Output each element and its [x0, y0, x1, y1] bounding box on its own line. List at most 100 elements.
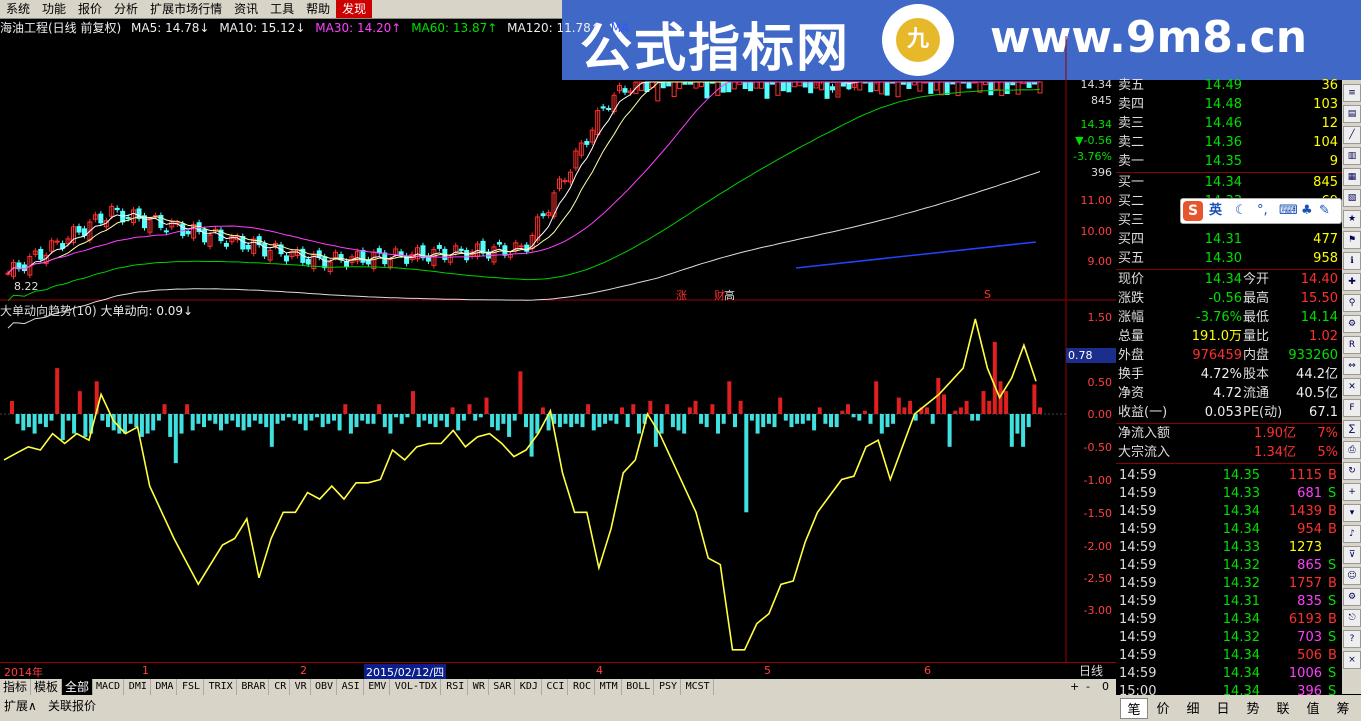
stat-value: 933260 [1288, 348, 1338, 363]
quote-tab[interactable]: 日 [1210, 698, 1236, 717]
ask-row-5[interactable]: 卖一 14.35 9 [1116, 152, 1342, 171]
skin-icon[interactable]: ♣ [1301, 199, 1313, 223]
indicator-tab[interactable]: MTM [597, 679, 622, 695]
zoom-icon[interactable]: ⚲ [1343, 294, 1361, 312]
bell-icon[interactable]: ♪ [1343, 525, 1361, 543]
indicator-bar [241, 414, 246, 431]
tick-time: 14:59 [1119, 612, 1157, 627]
quote-tab[interactable]: 细 [1180, 698, 1206, 717]
expand-button[interactable]: 扩展∧ [4, 697, 37, 714]
chart-icon[interactable]: ▤ [1343, 105, 1361, 123]
flag-icon[interactable]: ⚑ [1343, 231, 1361, 249]
indicator-tab[interactable]: PSY [656, 679, 682, 695]
calc-icon[interactable]: ∑ [1343, 420, 1361, 438]
indicator-tab[interactable]: BOLL [623, 679, 655, 695]
ask-row-2[interactable]: 卖四 14.48 103 [1116, 95, 1342, 114]
quote-tab[interactable]: 筹 [1330, 698, 1356, 717]
indicator-tab[interactable]: 指标 [0, 679, 32, 695]
indicator-bar [535, 414, 540, 434]
indicator-tab[interactable]: KDJ [517, 679, 542, 695]
filter-icon[interactable]: ⊽ [1343, 546, 1361, 564]
quote-tab[interactable]: 笔 [1120, 698, 1148, 719]
line-icon[interactable]: ╱ [1343, 126, 1361, 144]
stat-key: 量比 [1243, 329, 1270, 344]
indicator-bar [812, 414, 817, 431]
indicator-tab[interactable]: DMI [126, 679, 151, 695]
indicator-tab[interactable]: RSI [443, 679, 469, 695]
candle-body [600, 106, 606, 109]
tools-icon[interactable]: ✎ [1319, 199, 1330, 223]
cross-icon[interactable]: ✕ [1343, 378, 1361, 396]
period-label[interactable]: 日线 [1066, 662, 1116, 679]
sogou-icon[interactable]: S [1183, 201, 1203, 221]
ask-row-3[interactable]: 卖三 14.46 12 [1116, 114, 1342, 133]
add-icon[interactable]: + [1343, 483, 1361, 501]
info-icon[interactable]: ℹ [1343, 252, 1361, 270]
refresh-icon[interactable]: ↻ [1343, 462, 1361, 480]
indicator-tab[interactable]: MACD [93, 679, 125, 695]
indicator-tab[interactable]: VR [292, 679, 311, 695]
bid-label: 买三 [1118, 213, 1145, 228]
moon-icon[interactable]: ☾ [1235, 199, 1247, 223]
zoom-out-button[interactable]: - [1086, 680, 1090, 693]
bid-row-1[interactable]: 买一 14.34 845 [1116, 173, 1342, 192]
setting-icon[interactable]: ⚙ [1343, 588, 1361, 606]
mark-icon[interactable]: ✚ [1343, 273, 1361, 291]
help-icon[interactable]: ? [1343, 630, 1361, 648]
indicator-tab[interactable]: ASI [339, 679, 364, 695]
tool-icon[interactable]: ⚙ [1343, 315, 1361, 333]
indicator-tab[interactable]: SAR [490, 679, 516, 695]
ask-row-4[interactable]: 卖二 14.36 104 [1116, 133, 1342, 152]
bid-row-5[interactable]: 买五 14.30 958 [1116, 249, 1342, 268]
arrows-icon[interactable]: ⇔ [1343, 357, 1361, 375]
user-icon[interactable]: ☺ [1343, 567, 1361, 585]
fund-flow-row: 大宗流入 1.34亿 5% [1116, 443, 1342, 462]
bar-icon[interactable]: ▥ [1343, 147, 1361, 165]
print-icon[interactable]: ⎙ [1343, 441, 1361, 459]
indicator-tab[interactable]: BRAR [238, 679, 270, 695]
time-label: 2014年 [4, 666, 43, 679]
indicator-tab[interactable]: MCST [683, 679, 714, 695]
star-icon[interactable]: ★ [1343, 210, 1361, 228]
quote-tab[interactable]: 势 [1240, 698, 1266, 717]
grid-icon[interactable]: ▦ [1343, 168, 1361, 186]
indicator-bar [540, 407, 545, 414]
punctuation-icon[interactable]: °, [1257, 199, 1268, 223]
chart-canvas[interactable] [0, 0, 1116, 662]
down-icon[interactable]: ▾ [1343, 504, 1361, 522]
indicator-tab[interactable]: 全部 [62, 679, 94, 695]
table-icon[interactable]: ▧ [1343, 189, 1361, 207]
quote-tab[interactable]: 值 [1300, 698, 1326, 717]
indicator-tab[interactable]: DMA [152, 679, 178, 695]
zoom-reset-button[interactable]: 0 [1102, 680, 1109, 693]
indicator-bar [320, 414, 325, 428]
close-icon[interactable]: × [1343, 651, 1361, 669]
ime-language[interactable]: 英 [1209, 199, 1222, 223]
zoom-in-button[interactable]: + [1070, 680, 1079, 693]
indicator-tab[interactable]: FSL [179, 679, 205, 695]
indicator-tab[interactable]: VOL-TDX [392, 679, 441, 695]
related-quote-button[interactable]: 关联报价 [48, 697, 96, 714]
keyboard-icon[interactable]: ⌨ [1279, 199, 1298, 223]
rsi-icon[interactable]: R [1343, 336, 1361, 354]
indicator-tab[interactable]: ROC [570, 679, 596, 695]
indicator-tab[interactable]: EMV [365, 679, 391, 695]
quote-tab[interactable]: 联 [1270, 698, 1296, 717]
indicator-tab[interactable]: WR [470, 679, 489, 695]
indicator-tab[interactable]: OBV [312, 679, 338, 695]
quote-tab[interactable]: 价 [1150, 698, 1176, 717]
indicator-tab[interactable]: TRIX [206, 679, 237, 695]
exit-icon[interactable]: ⎋ [1343, 609, 1361, 627]
ime-toolbar[interactable]: S 英 ☾ °, ⌨ ♣ ✎ [1180, 198, 1342, 224]
indicator-tab[interactable]: 模板 [31, 679, 63, 695]
candle-body [775, 81, 781, 96]
candle-body [802, 81, 808, 88]
bid-row-4[interactable]: 买四 14.31 477 [1116, 230, 1342, 249]
indicator-name: 大单动向趋势(10) [0, 304, 97, 318]
indicator-tab[interactable]: CR [271, 679, 291, 695]
fs-icon[interactable]: F [1343, 399, 1361, 417]
indicator-bar [439, 414, 444, 421]
indicator-tab[interactable]: CCI [543, 679, 569, 695]
list-icon[interactable]: ≡ [1343, 84, 1361, 102]
ask-row-1[interactable]: 卖五 14.49 36 [1116, 76, 1342, 95]
